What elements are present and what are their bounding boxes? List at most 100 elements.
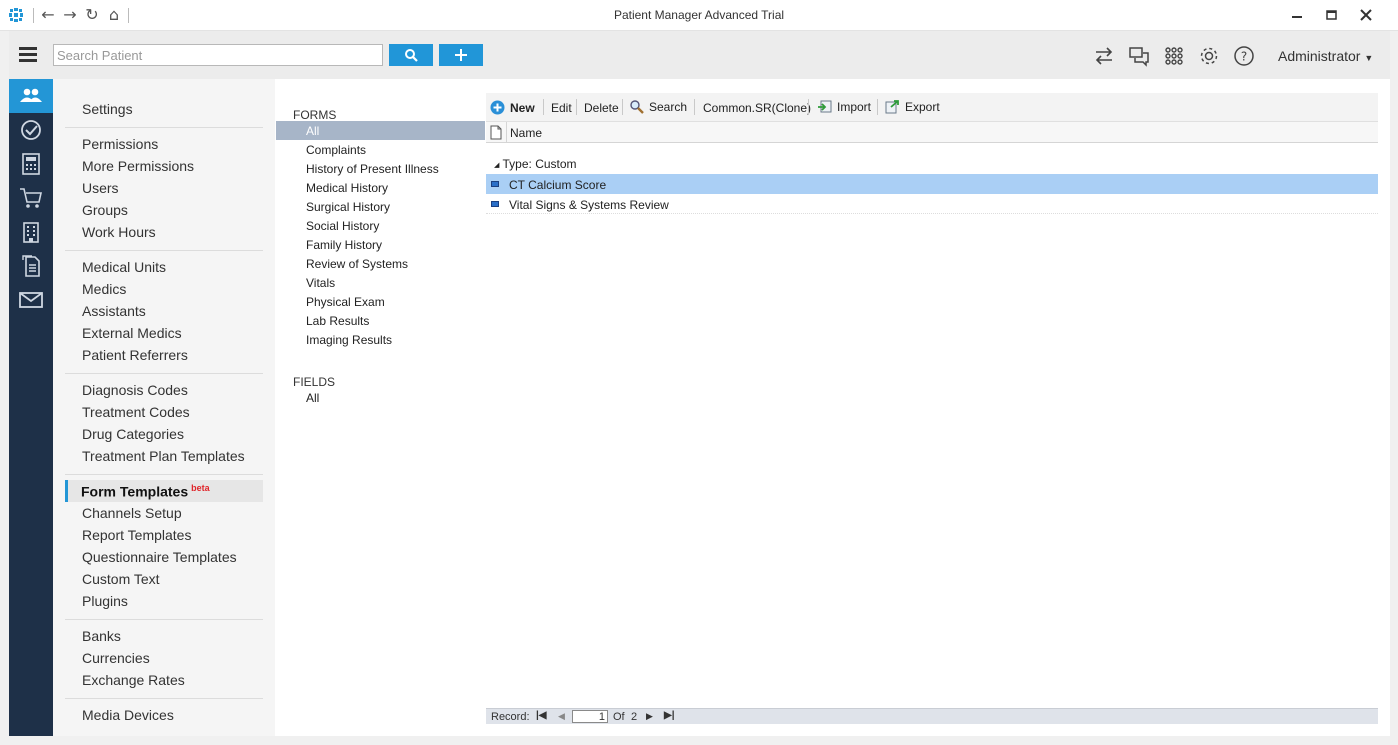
export-button[interactable]: Export xyxy=(885,99,940,114)
menu-item-work-hours[interactable]: Work Hours xyxy=(82,224,156,240)
forms-item-all[interactable]: All xyxy=(306,124,319,138)
add-patient-button[interactable] xyxy=(439,44,483,66)
module-tasks[interactable] xyxy=(9,113,53,147)
menu-item-custom-text[interactable]: Custom Text xyxy=(82,571,160,587)
toolbar-separator xyxy=(808,99,809,115)
table-row[interactable]: Vital Signs & Systems Review xyxy=(486,194,1378,214)
menu-divider xyxy=(65,250,263,251)
minimize-icon[interactable] xyxy=(1288,8,1306,22)
menu-item-plugins[interactable]: Plugins xyxy=(82,593,128,609)
menu-item-form-templates[interactable]: Form Templates beta xyxy=(81,483,210,500)
forms-item-vitals[interactable]: Vitals xyxy=(306,276,335,290)
search-button[interactable] xyxy=(389,44,433,66)
chat-icon[interactable] xyxy=(1128,45,1150,67)
form-row-icon xyxy=(491,181,499,187)
forms-item-physical-exam[interactable]: Physical Exam xyxy=(306,295,385,309)
hamburger-menu-icon[interactable] xyxy=(19,47,37,62)
new-button-label: New xyxy=(510,100,535,115)
record-number-input[interactable]: 1 xyxy=(572,710,608,723)
window-border-left xyxy=(0,31,9,745)
menu-item-report-templates[interactable]: Report Templates xyxy=(82,527,191,543)
export-icon xyxy=(885,100,899,114)
search-icon xyxy=(405,49,418,62)
user-name: Administrator xyxy=(1278,48,1361,64)
menu-item-drug-categories[interactable]: Drug Categories xyxy=(82,426,184,442)
previous-record-icon[interactable]: ◀ xyxy=(558,711,565,722)
forms-item-lab-results[interactable]: Lab Results xyxy=(306,314,369,328)
maximize-icon[interactable] xyxy=(1322,8,1340,22)
menu-item-media-devices[interactable]: Media Devices xyxy=(82,707,174,723)
edit-button[interactable]: Edit xyxy=(551,101,572,115)
menu-item-questionnaire-templates[interactable]: Questionnaire Templates xyxy=(82,549,237,565)
toolbar-separator xyxy=(543,99,544,115)
menu-item-exchange-rates[interactable]: Exchange Rates xyxy=(82,672,185,688)
module-users[interactable] xyxy=(9,79,53,113)
menu-item-currencies[interactable]: Currencies xyxy=(82,650,150,666)
new-button[interactable]: New xyxy=(490,100,535,115)
menu-item-channels-setup[interactable]: Channels Setup xyxy=(82,505,182,521)
menu-item-medical-units[interactable]: Medical Units xyxy=(82,259,166,275)
form-row-icon xyxy=(491,201,499,207)
table-row[interactable]: CT Calcium Score xyxy=(486,174,1378,194)
clone-button[interactable]: Common.SR(Clone) xyxy=(703,101,811,115)
search-patient-input[interactable] xyxy=(53,44,383,66)
fields-item-all[interactable]: All xyxy=(306,391,319,405)
module-shop[interactable] xyxy=(9,181,53,215)
module-documents[interactable] xyxy=(9,249,53,283)
menu-item-form-templates-label: Form Templates xyxy=(81,483,189,500)
forms-item-complaints[interactable]: Complaints xyxy=(306,143,366,157)
toolbar-separator xyxy=(694,99,695,115)
export-label: Export xyxy=(905,99,940,114)
module-building[interactable] xyxy=(9,215,53,249)
first-record-icon[interactable]: |◀ xyxy=(536,710,547,721)
toolbar-separator xyxy=(877,99,878,115)
menu-item-users[interactable]: Users xyxy=(82,180,119,196)
fields-section-header: FIELDS xyxy=(293,375,336,389)
toolbar-separator xyxy=(576,99,577,115)
beta-badge: beta xyxy=(191,483,210,493)
menu-item-external-medics[interactable]: External Medics xyxy=(82,325,182,341)
group-label: Type: Custom xyxy=(502,157,577,171)
menu-item-assistants[interactable]: Assistants xyxy=(82,303,146,319)
svg-text:?: ? xyxy=(1241,50,1247,64)
settings-gear-icon[interactable] xyxy=(1198,45,1220,67)
window-border-right xyxy=(1390,31,1398,745)
menu-item-permissions[interactable]: Permissions xyxy=(82,136,158,152)
menu-item-banks[interactable]: Banks xyxy=(82,628,121,644)
form-templates-grid: New Edit Delete Search Common.SR(Clone) … xyxy=(486,93,1378,724)
forms-item-family-history[interactable]: Family History xyxy=(306,238,382,252)
check-circle-icon xyxy=(21,120,41,140)
search-grid-button[interactable]: Search xyxy=(629,99,687,114)
delete-button[interactable]: Delete xyxy=(584,101,619,115)
forms-item-medical-history[interactable]: Medical History xyxy=(306,181,388,195)
menu-item-diagnosis-codes[interactable]: Diagnosis Codes xyxy=(82,382,188,398)
import-button[interactable]: Import xyxy=(817,99,871,114)
module-mail[interactable] xyxy=(9,283,53,317)
user-menu[interactable]: Administrator ▼ xyxy=(1278,48,1373,64)
forms-item-surgical-history[interactable]: Surgical History xyxy=(306,200,390,214)
group-row-custom[interactable]: ◢ Type: Custom xyxy=(494,157,577,171)
menu-item-treatment-plan-templates[interactable]: Treatment Plan Templates xyxy=(82,448,245,464)
forms-section-header: FORMS xyxy=(293,108,337,122)
menu-item-patient-referrers[interactable]: Patient Referrers xyxy=(82,347,188,363)
menu-divider xyxy=(65,698,263,699)
forms-item-social-history[interactable]: Social History xyxy=(306,219,379,233)
module-calculator[interactable] xyxy=(9,147,53,181)
help-icon[interactable]: ? xyxy=(1233,45,1255,67)
toolbar-separator xyxy=(622,99,623,115)
calculator-icon xyxy=(22,153,40,175)
next-record-icon[interactable]: ▶ xyxy=(646,711,653,722)
last-record-icon[interactable]: ▶| xyxy=(664,710,675,721)
menu-item-medics[interactable]: Medics xyxy=(82,281,126,297)
forms-item-imaging-results[interactable]: Imaging Results xyxy=(306,333,392,347)
menu-item-groups[interactable]: Groups xyxy=(82,202,128,218)
forms-item-review-of-systems[interactable]: Review of Systems xyxy=(306,257,408,271)
forms-item-history-present-illness[interactable]: History of Present Illness xyxy=(306,162,439,176)
search-grid-label: Search xyxy=(649,99,688,114)
name-column-header[interactable]: Name xyxy=(510,126,542,140)
apps-grid-icon[interactable] xyxy=(1163,45,1185,67)
switch-arrows-icon[interactable] xyxy=(1093,45,1115,67)
menu-item-more-permissions[interactable]: More Permissions xyxy=(82,158,194,174)
menu-item-treatment-codes[interactable]: Treatment Codes xyxy=(82,404,190,420)
close-icon[interactable] xyxy=(1357,8,1375,22)
